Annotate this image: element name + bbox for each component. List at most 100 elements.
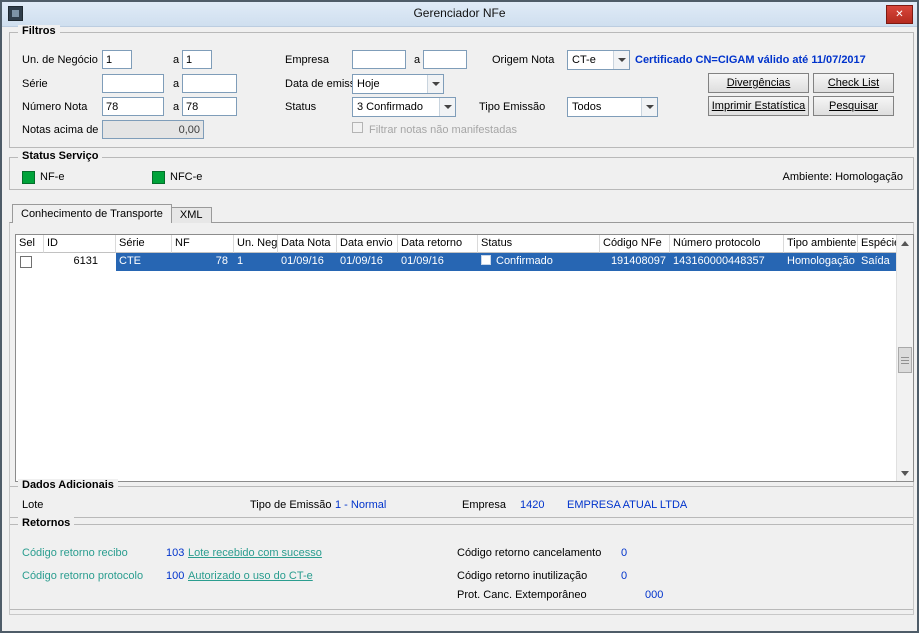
col-header-sel[interactable]: Sel — [16, 235, 44, 253]
un-negocio-from-input[interactable] — [102, 50, 132, 69]
col-header-nf[interactable]: NF — [172, 235, 234, 253]
tipo-emissao-select[interactable]: Todos — [567, 97, 658, 117]
col-header-serie[interactable]: Série — [116, 235, 172, 253]
tab-xml[interactable]: XML — [170, 207, 212, 223]
col-header-data-retorno[interactable]: Data retorno — [398, 235, 478, 253]
tab-label: XML — [179, 209, 203, 221]
chevron-down-icon — [641, 98, 657, 116]
empresa-label: Empresa — [285, 54, 330, 66]
numero-nota-from-input[interactable] — [102, 97, 164, 116]
gerenciador-nfe-window: Gerenciador NFe ✕ Filtros Un. de Negócio… — [0, 0, 919, 633]
scrollbar-thumb[interactable] — [898, 347, 912, 373]
cell-sel[interactable] — [16, 253, 44, 271]
status-value: 3 Confirmado — [357, 101, 424, 113]
col-header-data-envio[interactable]: Data envio — [337, 235, 398, 253]
arrow-down-icon — [901, 470, 909, 476]
dados-adicionais-group-title: Dados Adicionais — [18, 479, 118, 491]
nfe-status-label: NF-e — [40, 171, 65, 183]
filtrar-nao-manifestadas-label: Filtrar notas não manifestadas — [369, 124, 517, 136]
certificado-status-text: Certificado CN=CIGAM válido até 11/07/20… — [635, 54, 866, 66]
close-icon: ✕ — [895, 9, 904, 20]
row-select-checkbox[interactable] — [20, 256, 32, 268]
cell-data-envio[interactable]: 01/09/16 — [337, 253, 398, 271]
col-header-id[interactable]: ID — [44, 235, 116, 253]
scroll-down-button[interactable] — [897, 465, 913, 481]
range-separator-label: a — [172, 78, 180, 90]
cell-data-nota[interactable]: 01/09/16 — [278, 253, 337, 271]
chevron-down-icon — [613, 51, 629, 69]
col-header-un-neg[interactable]: Un. Neg. — [234, 235, 280, 253]
numero-nota-label: Número Nota — [22, 101, 88, 113]
cell-tipo-ambiente[interactable]: Homologação — [784, 253, 858, 271]
imprimir-estatistica-button[interactable]: Imprimir Estatística — [708, 96, 809, 116]
divergencias-button[interactable]: Divergências — [708, 73, 809, 93]
cell-especie[interactable]: Saída — [858, 253, 896, 271]
cell-data-retorno[interactable]: 01/09/16 — [398, 253, 478, 271]
notas-acima-label: Notas acima de — [22, 124, 99, 136]
check-list-button-label: Check List — [827, 77, 880, 89]
serie-to-input[interactable] — [182, 74, 237, 93]
col-header-data-nota[interactable]: Data Nota — [278, 235, 337, 253]
cell-nf[interactable]: 78 — [172, 253, 234, 271]
un-negocio-to-input[interactable] — [182, 50, 212, 69]
range-separator-label: a — [413, 54, 421, 66]
status-checkbox[interactable] — [481, 255, 491, 265]
arrow-up-icon — [901, 240, 909, 246]
tab-label: Conhecimento de Transporte — [21, 208, 163, 220]
range-separator-label: a — [172, 54, 180, 66]
close-button[interactable]: ✕ — [886, 5, 913, 24]
numero-nota-to-input[interactable] — [182, 97, 237, 116]
retornos-group-title: Retornos — [18, 517, 75, 529]
serie-label: Série — [22, 78, 48, 90]
tab-conhecimento-de-transporte[interactable]: Conhecimento de Transporte — [12, 204, 172, 223]
empresa-from-input[interactable] — [352, 50, 406, 69]
table-row[interactable]: 6131 CTE 78 1 01/09/16 01/09/16 01/09/16… — [16, 253, 896, 271]
status-servico-group — [9, 157, 914, 190]
empresa-to-input[interactable] — [423, 50, 467, 69]
cell-status[interactable]: Confirmado — [478, 253, 600, 271]
un-negocio-label: Un. de Negócio — [22, 54, 98, 66]
grip-icon — [901, 356, 909, 364]
ambiente-label: Ambiente: Homologação — [782, 171, 903, 183]
pesquisar-button[interactable]: Pesquisar — [813, 96, 894, 116]
status-text: Confirmado — [496, 255, 553, 267]
origem-nota-select[interactable]: CT-e — [567, 50, 630, 70]
status-servico-group-title: Status Serviço — [18, 150, 103, 162]
scroll-up-button[interactable] — [897, 235, 913, 251]
divergencias-button-label: Divergências — [726, 77, 791, 89]
cell-serie[interactable]: CTE — [116, 253, 172, 271]
titlebar[interactable]: Gerenciador NFe ✕ — [2, 2, 917, 27]
col-header-status[interactable]: Status — [478, 235, 600, 253]
chevron-down-icon — [439, 98, 455, 116]
data-emissao-select[interactable]: Hoje — [352, 74, 444, 94]
cell-un-neg[interactable]: 1 — [234, 253, 278, 271]
nfce-status-label: NFC-e — [170, 171, 203, 183]
pesquisar-button-label: Pesquisar — [829, 100, 878, 112]
data-emissao-value: Hoje — [357, 78, 380, 90]
col-header-numero-protocolo[interactable]: Número protocolo — [670, 235, 784, 253]
check-list-button[interactable]: Check List — [813, 73, 894, 93]
vertical-scrollbar[interactable] — [896, 235, 913, 481]
cell-numero-protocolo[interactable]: 143160000448357 — [670, 253, 784, 271]
nfce-status-icon — [152, 171, 165, 184]
status-select[interactable]: 3 Confirmado — [352, 97, 456, 117]
imprimir-estatistica-button-label: Imprimir Estatística — [711, 100, 806, 112]
cell-id[interactable]: 6131 — [44, 253, 116, 271]
table-header-row: Sel ID Série NF Un. Neg. Data Nota Data … — [16, 235, 900, 253]
tab-strip: Conhecimento de Transporte XML — [12, 204, 212, 223]
notas-acima-input[interactable] — [102, 120, 204, 139]
notas-table: Sel ID Série NF Un. Neg. Data Nota Data … — [15, 234, 914, 482]
tipo-emissao-label: Tipo Emissão — [479, 101, 546, 113]
col-header-codigo-nfe[interactable]: Código NFe — [600, 235, 670, 253]
chevron-down-icon — [427, 75, 443, 93]
window-title: Gerenciador NFe — [413, 6, 506, 20]
serie-from-input[interactable] — [102, 74, 164, 93]
range-separator-label: a — [172, 101, 180, 113]
cell-codigo-nfe[interactable]: 191408097 — [600, 253, 670, 271]
origem-nota-label: Origem Nota — [492, 54, 555, 66]
origem-nota-value: CT-e — [572, 54, 596, 66]
col-header-especie[interactable]: Espécie — [858, 235, 900, 253]
filtrar-nao-manifestadas-checkbox[interactable] — [352, 122, 363, 133]
col-header-tipo-ambiente[interactable]: Tipo ambiente — [784, 235, 858, 253]
status-label: Status — [285, 101, 317, 113]
